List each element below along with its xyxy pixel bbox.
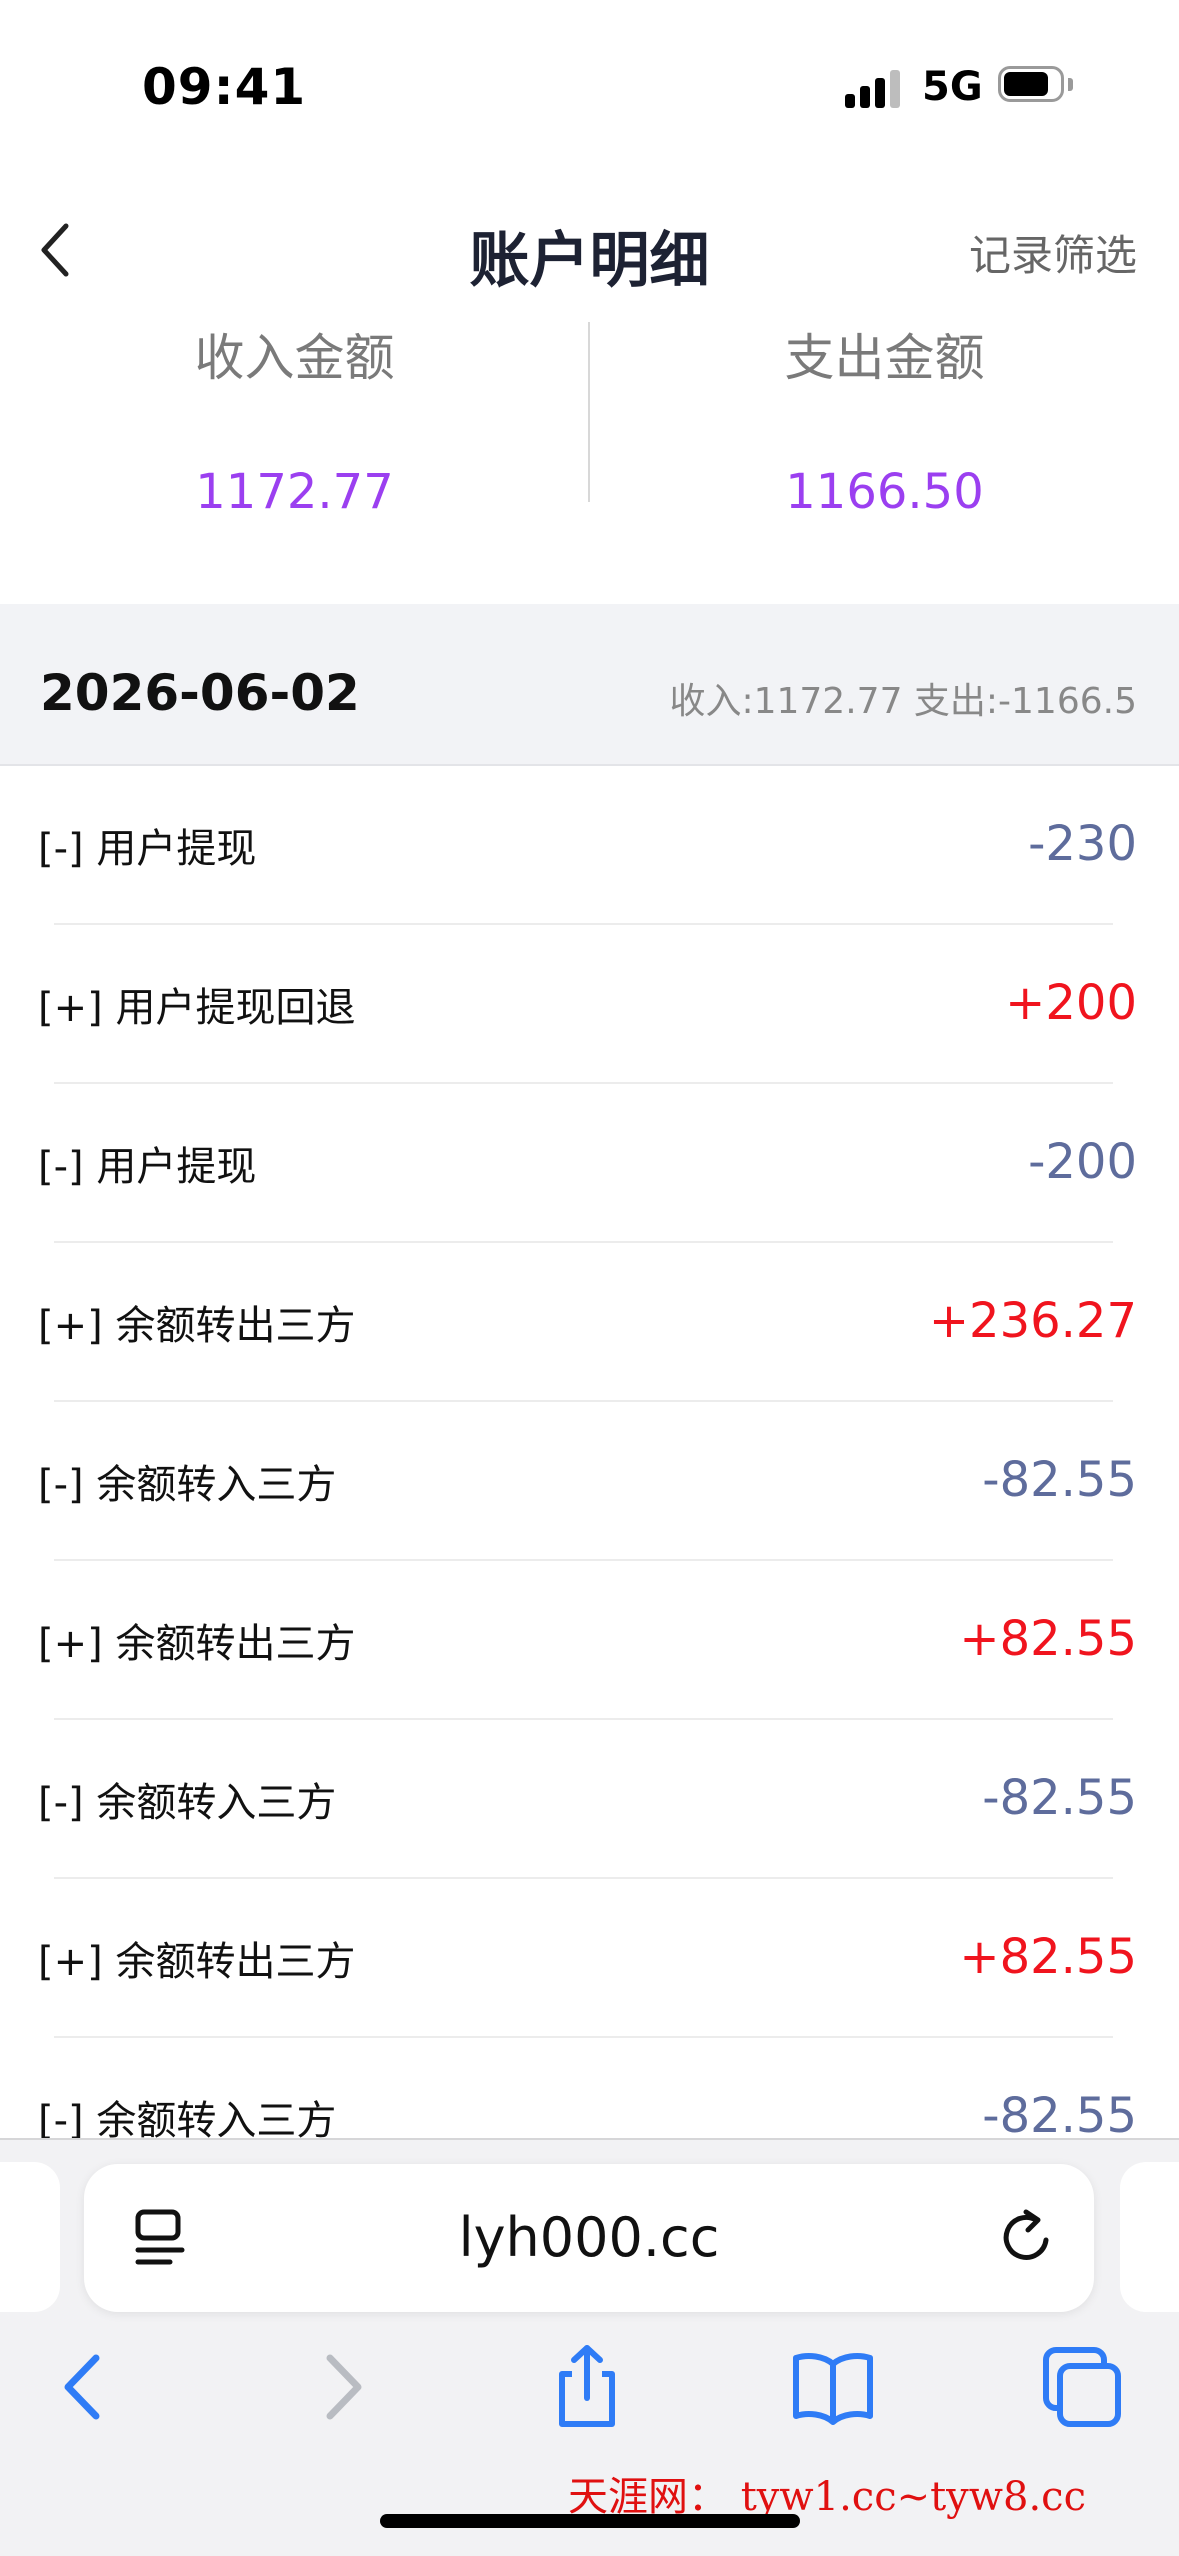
tabs-icon [1043,2347,1121,2427]
transaction-row[interactable]: [-] 余额转入三方 -82.55 [0,1402,1179,1561]
expense-value: 1166.50 [785,464,984,520]
transaction-label: [-] 用户提现 [38,826,257,872]
share-icon [559,2345,615,2427]
transaction-amount: +200 [1005,975,1137,1031]
transaction-amount: +236.27 [928,1293,1137,1349]
previous-tab-preview[interactable] [0,2162,60,2312]
back-icon [64,2354,100,2420]
transaction-row[interactable]: [-] 用户提现 -230 [0,766,1179,925]
expense-label: 支出金额 [784,329,985,387]
transaction-row[interactable]: [+] 用户提现回退 +200 [0,925,1179,1084]
status-time: 09:41 [142,58,307,116]
transaction-amount: +82.55 [959,1611,1137,1667]
browser-forward-button[interactable] [296,2342,386,2432]
income-summary: 收入金额 1172.77 [0,318,589,520]
signal-icon [845,66,905,108]
date-group-header: 2026-06-02 收入:1172.77 支出:-1166.5 [0,604,1179,766]
transaction-row[interactable]: [-] 用户提现 -200 [0,1084,1179,1243]
reload-icon[interactable] [996,2206,1060,2270]
group-summary: 收入:1172.77 支出:-1166.5 [669,681,1137,722]
record-filter-button[interactable]: 记录筛选 [969,222,1137,283]
transaction-label: [+] 余额转出三方 [38,1939,356,1985]
share-button[interactable] [542,2342,632,2432]
transaction-row[interactable]: [+] 余额转出三方 +236.27 [0,1243,1179,1402]
transaction-amount: -200 [1028,1134,1137,1190]
transaction-row[interactable]: [+] 余额转出三方 +82.55 [0,1879,1179,2038]
tabs-button[interactable] [1036,2342,1126,2432]
transaction-label: [-] 余额转入三方 [38,1780,337,1826]
transaction-row[interactable]: [+] 余额转出三方 +82.55 [0,1561,1179,1720]
home-indicator[interactable] [380,2514,800,2528]
transaction-amount: -82.55 [982,1770,1137,1826]
next-tab-preview[interactable] [1120,2162,1179,2312]
bookmarks-button[interactable] [788,2342,878,2432]
browser-back-button[interactable] [40,2342,130,2432]
transaction-label: [-] 余额转入三方 [38,1462,337,1508]
transaction-label: [+] 余额转出三方 [38,1303,356,1349]
income-label: 收入金额 [194,329,395,387]
bookmarks-icon [793,2353,873,2425]
forward-icon [326,2354,362,2420]
battery-icon [998,66,1074,106]
transaction-amount: -230 [1028,816,1137,872]
transaction-row[interactable]: [-] 余额转入三方 -82.55 [0,1720,1179,1879]
group-date: 2026-06-02 [40,664,360,722]
transaction-amount: -82.55 [982,2088,1137,2144]
transaction-label: [+] 余额转出三方 [38,1621,356,1667]
transaction-label: [+] 用户提现回退 [38,985,356,1031]
address-bar[interactable]: lyh000.cc [84,2164,1094,2312]
transaction-amount: -82.55 [982,1452,1137,1508]
transaction-label: [-] 用户提现 [38,1144,257,1190]
expense-summary: 支出金额 1166.50 [590,318,1179,520]
network-type: 5G [922,64,983,110]
url-text: lyh000.cc [458,2206,720,2269]
income-value: 1172.77 [195,464,394,520]
transaction-amount: +82.55 [959,1929,1137,1985]
